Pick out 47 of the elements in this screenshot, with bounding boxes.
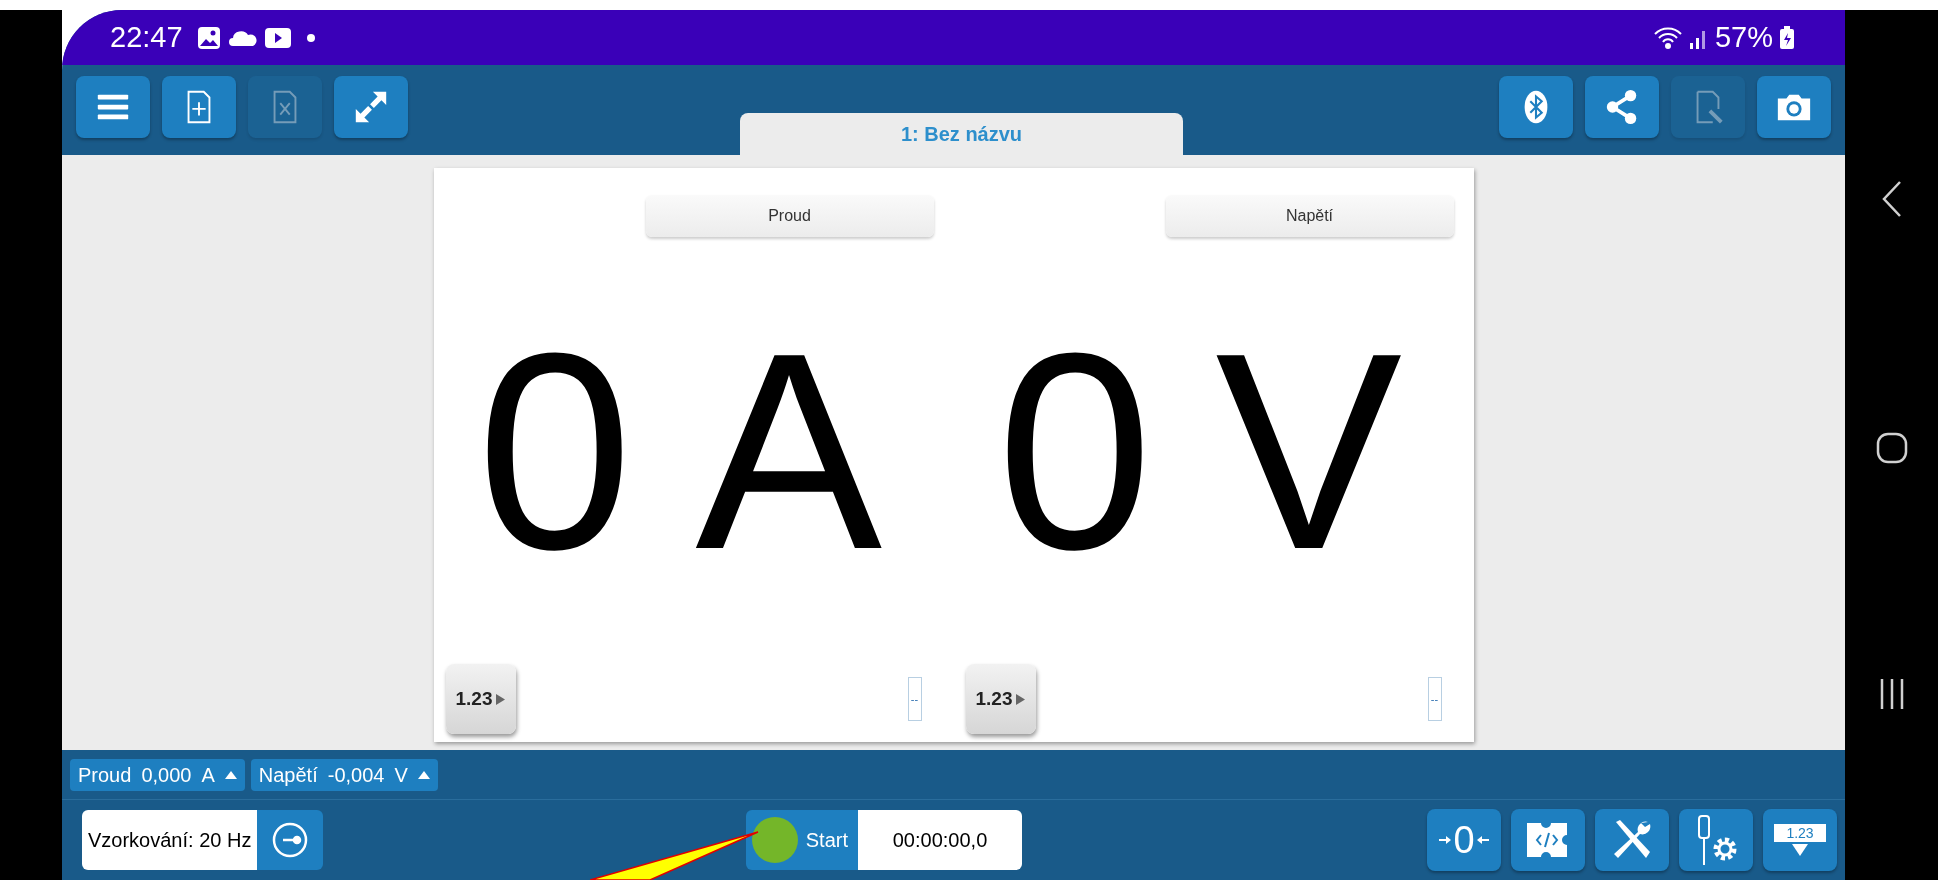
new-file-button[interactable] <box>162 76 236 138</box>
display-button[interactable]: 1.23 <box>1763 809 1837 871</box>
format-button[interactable]: 1.23 <box>965 664 1036 734</box>
start-button[interactable]: Start <box>745 810 858 870</box>
battery-icon <box>1779 25 1795 50</box>
code-button[interactable] <box>1511 809 1585 871</box>
clock: 22:47 <box>110 19 183 55</box>
home-icon[interactable] <box>1875 432 1908 464</box>
sampling-rate: Vzorkování: 20 Hz <box>82 810 258 870</box>
arrow-right-icon <box>1439 836 1452 844</box>
zero-button[interactable]: 0 <box>1427 809 1501 871</box>
camera-button[interactable] <box>1757 76 1831 138</box>
format-button[interactable]: 1.23 <box>445 664 516 734</box>
caret-down-icon <box>1792 844 1808 856</box>
bluetooth-button[interactable] <box>1499 76 1573 138</box>
share-button[interactable] <box>1585 76 1659 138</box>
caret-up-icon <box>224 770 237 779</box>
meter-title[interactable]: Proud <box>645 195 934 237</box>
sampling-control[interactable]: Vzorkování: 20 Hz <box>82 810 324 870</box>
gallery-icon <box>196 25 221 50</box>
meter-value: 0 <box>476 310 633 591</box>
dot-icon <box>306 33 315 42</box>
cloud-icon <box>228 28 257 47</box>
sensor-settings-button[interactable] <box>1679 809 1753 871</box>
record-indicator-icon <box>751 817 798 863</box>
sensor-reading[interactable]: Proud 0,000 A <box>70 758 245 791</box>
menu-button[interactable] <box>76 76 150 138</box>
meter-title[interactable]: Napětí <box>1165 195 1454 237</box>
value-field[interactable]: -- <box>907 677 922 721</box>
sensor-reading[interactable]: Napětí -0,004 V <box>250 758 438 791</box>
meter-value: 0 <box>996 310 1153 591</box>
back-icon[interactable] <box>1880 180 1903 218</box>
expand-button[interactable] <box>334 76 408 138</box>
caret-up-icon <box>417 770 430 779</box>
meter-unit: A <box>695 310 883 591</box>
document-tab[interactable]: 1: Bez názvu <box>740 113 1183 155</box>
battery-level: 57% <box>1714 19 1773 55</box>
play-icon <box>1016 693 1026 705</box>
elapsed-time: 00:00:00,0 <box>858 810 1022 870</box>
recents-icon[interactable] <box>1878 678 1905 710</box>
wifi-icon <box>1652 25 1683 50</box>
meter-unit: V <box>1215 310 1403 591</box>
arrow-left-icon <box>1476 836 1489 844</box>
tools-button[interactable] <box>1595 809 1669 871</box>
play-icon <box>264 27 291 48</box>
value-field[interactable]: -- <box>1427 677 1442 721</box>
play-icon <box>496 693 506 705</box>
